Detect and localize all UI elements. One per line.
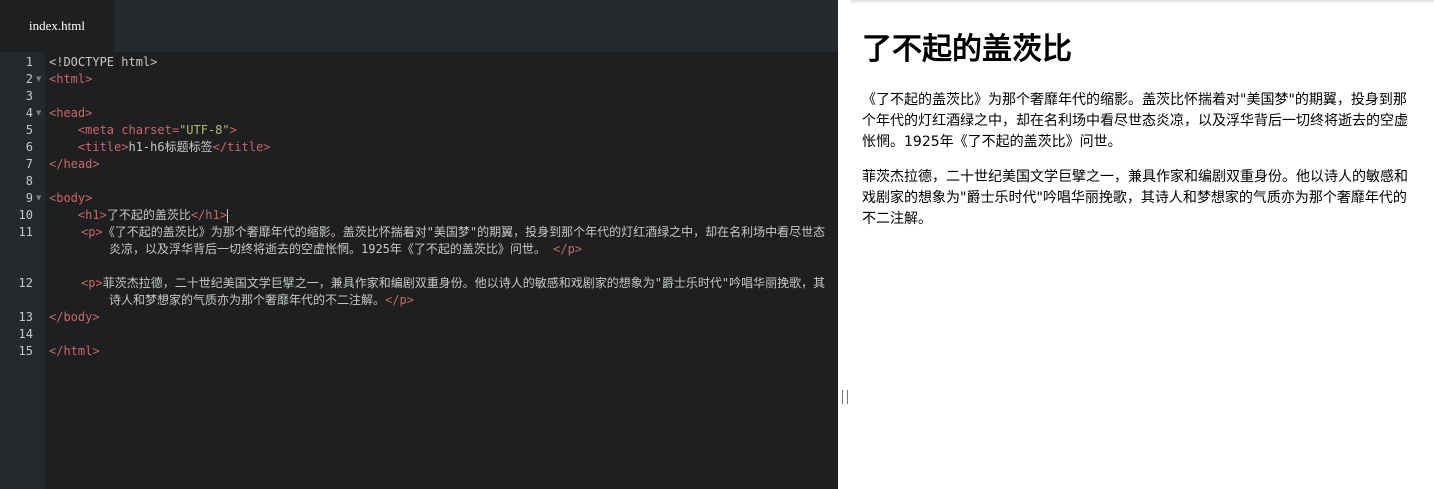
code-line-6: <title>h1-h6标题标签</title>	[49, 139, 834, 156]
charset-attr: charset=	[121, 123, 180, 137]
line-number: 13	[18, 310, 33, 324]
preview-paragraph-2: 菲茨杰拉德，二十世纪美国文学巨擘之一，兼具作家和编剧双重身份。他以诗人的敏感和戏…	[862, 169, 1408, 227]
p-open-tag: <p>	[81, 276, 103, 290]
line-number: 6	[25, 140, 33, 154]
html-close-tag: </html>	[49, 344, 100, 358]
fold-triangle-icon[interactable]: ▼	[36, 190, 41, 207]
code-line-9: <body>	[49, 190, 834, 207]
line-number: 1	[25, 55, 33, 69]
head-close-tag: </head>	[49, 157, 100, 171]
h1-text: 了不起的盖茨比	[106, 208, 191, 222]
line-number: 2	[25, 72, 33, 86]
body-close-tag: </body>	[49, 310, 100, 324]
editor-tab-bar: index.html	[0, 0, 838, 52]
line-number: 7	[25, 157, 33, 171]
line-number: 9	[25, 191, 33, 205]
preview-heading: 了不起的盖茨比	[862, 32, 1072, 67]
line-number: 10	[18, 208, 33, 222]
code-line-12: <p>菲茨杰拉德，二十世纪美国文学巨擘之一，兼具作家和编剧双重身份。他以诗人的敏…	[49, 275, 834, 309]
preview-pane: 了不起的盖茨比 《了不起的盖茨比》为那个奢靡年代的缩影。盖茨比怀揣着对"美国梦"…	[850, 0, 1434, 489]
meta-tag-open: <meta	[77, 123, 122, 137]
line-number: 4	[25, 106, 33, 120]
line-number-gutter: 1 2 ▼ 3 4 ▼ 5 6 7 8 9 ▼ 10 11 12 13 14 1…	[0, 52, 45, 489]
h1-close-tag: </h1>	[190, 208, 227, 222]
line-number: 12	[18, 276, 33, 290]
code-text-area[interactable]: <!DOCTYPE html> <html> <head> <meta char…	[45, 52, 838, 489]
code-editor[interactable]: index.html 1 2 ▼ 3 4 ▼ 5 6 7 8 9 ▼ 10 11…	[0, 0, 838, 489]
p-close-tag: </p>	[553, 242, 583, 256]
code-line-4: <head>	[49, 105, 834, 122]
h1-open-tag: <h1>	[77, 208, 107, 222]
p-open-tag: <p>	[81, 225, 103, 239]
code-line-2: <html>	[49, 71, 834, 88]
code-line-15: </html>	[49, 343, 834, 360]
line-number: 3	[25, 89, 33, 103]
body-open-tag: <body>	[49, 191, 93, 205]
html-open-tag: <html>	[49, 72, 93, 86]
line-number: 15	[18, 344, 33, 358]
line-number: 14	[18, 327, 33, 341]
code-line-1: <!DOCTYPE html>	[49, 54, 834, 71]
charset-value: "UTF-8"	[179, 123, 230, 137]
text-cursor	[226, 208, 228, 223]
line-number: 5	[25, 123, 33, 137]
meta-tag-close: >	[229, 123, 237, 137]
code-line-13: </body>	[49, 309, 834, 326]
preview-paragraph-1: 《了不起的盖茨比》为那个奢靡年代的缩影。盖茨比怀揣着对"美国梦"的期翼，投身到那…	[862, 92, 1408, 150]
p1-source-text: 《了不起的盖茨比》为那个奢靡年代的缩影。盖茨比怀揣着对"美国梦"的期翼，投身到那…	[102, 225, 826, 256]
head-open-tag: <head>	[49, 106, 93, 120]
p2-source-text: 菲茨杰拉德，二十世纪美国文学巨擘之一，兼具作家和编剧双重身份。他以诗人的敏感和戏…	[102, 276, 826, 307]
pane-splitter[interactable]	[838, 0, 850, 489]
code-line-5: <meta charset="UTF-8">	[49, 122, 834, 139]
code-line-11: <p>《了不起的盖茨比》为那个奢靡年代的缩影。盖茨比怀揣着对"美国梦"的期翼，投…	[49, 224, 834, 258]
tab-index-html[interactable]: index.html	[0, 0, 114, 52]
code-line-7: </head>	[49, 156, 834, 173]
doctype-text: <!DOCTYPE html>	[49, 55, 158, 69]
code-line-10: <h1>了不起的盖茨比</h1>	[49, 207, 834, 224]
title-text: h1-h6标题标签	[128, 140, 213, 154]
title-close-tag: </title>	[212, 140, 271, 154]
line-number: 8	[25, 174, 33, 188]
drag-handle-icon[interactable]	[842, 390, 848, 404]
title-open-tag: <title>	[77, 140, 129, 154]
line-number: 11	[18, 225, 33, 239]
fold-triangle-icon[interactable]: ▼	[36, 71, 41, 88]
p-close-tag: </p>	[385, 293, 414, 307]
fold-triangle-icon[interactable]: ▼	[36, 105, 41, 122]
